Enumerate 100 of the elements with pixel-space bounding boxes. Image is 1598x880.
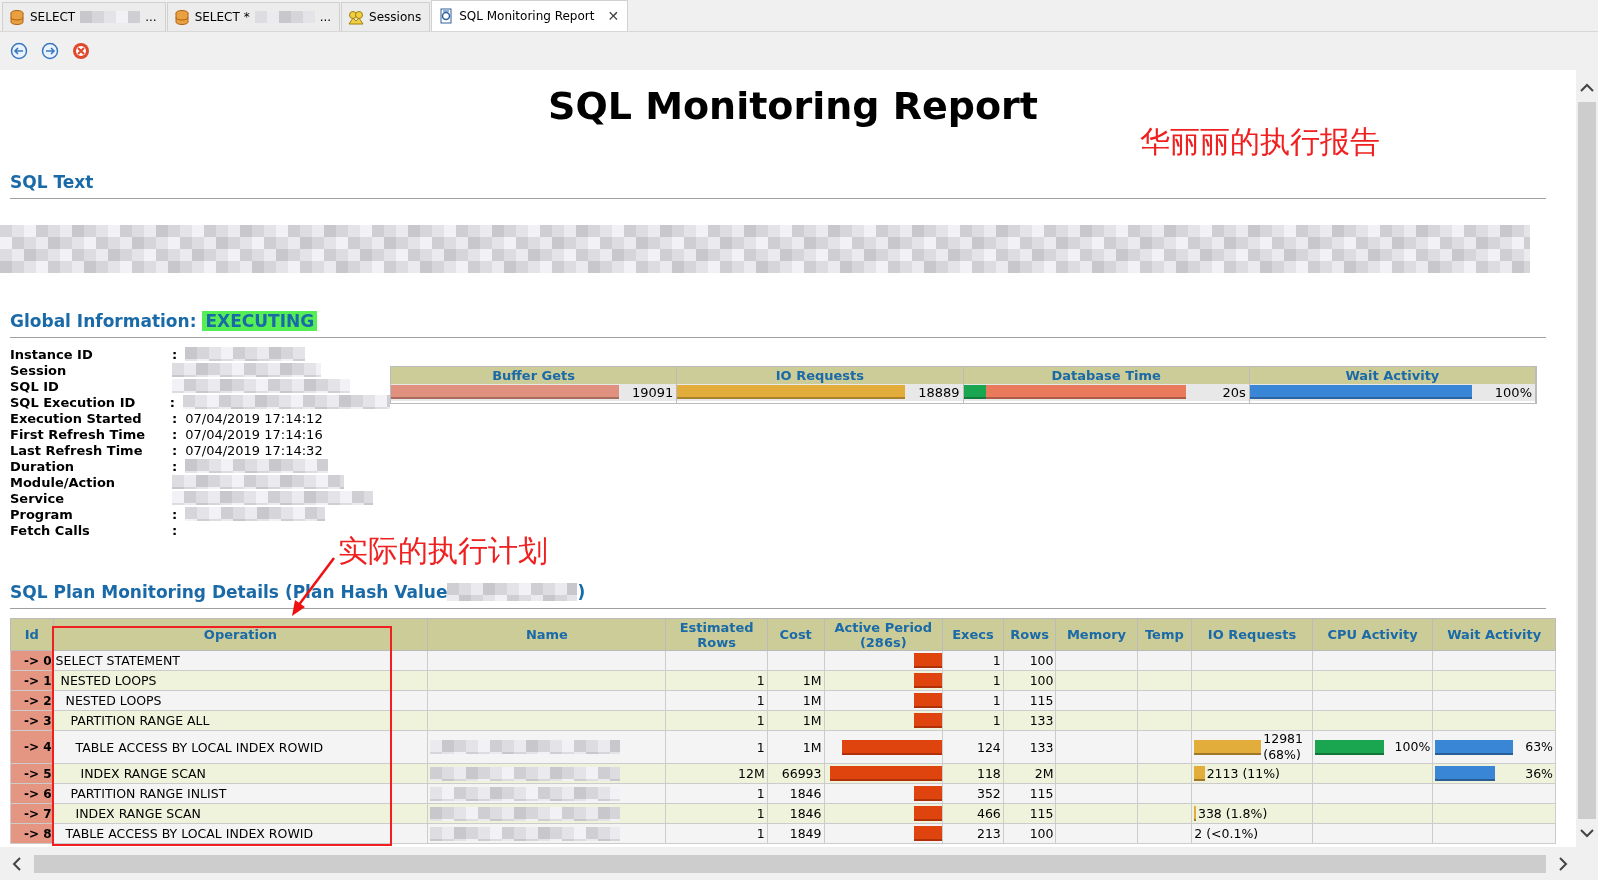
field-value: 07/04/2019 17:14:32: [185, 442, 323, 458]
table-cell: 115: [1029, 786, 1054, 801]
table-cell: 1M: [802, 693, 822, 708]
field-label: Service: [10, 490, 66, 506]
column-header: Cost: [767, 618, 824, 651]
scroll-right-icon[interactable]: [1558, 855, 1568, 872]
field-value: 07/04/2019 17:14:16: [185, 426, 323, 442]
table-cell: 115: [1029, 806, 1054, 821]
tab[interactable]: SELECT ...: [2, 2, 166, 31]
table-cell: 1: [992, 673, 1001, 688]
table-cell: 100: [1029, 826, 1054, 841]
table-cell: 338 (1.8%): [1197, 805, 1268, 822]
annotation-text: 华丽丽的执行报告: [1140, 123, 1380, 161]
tab[interactable]: Sessions: [341, 2, 431, 31]
report-title: SQL Monitoring Report: [547, 84, 1039, 130]
field-label: First Refresh Time: [10, 426, 147, 442]
table-cell: 1M: [802, 713, 822, 728]
document-icon: [438, 8, 455, 24]
metric-value: 18889: [918, 384, 960, 401]
table-cell: 100: [1029, 653, 1054, 668]
column-header: Operation: [53, 618, 428, 651]
table-cell: 466: [976, 806, 1001, 821]
field-label: Session: [10, 362, 68, 378]
field-separator: :: [172, 426, 178, 442]
field-separator: :: [172, 458, 178, 474]
tab[interactable]: SELECT * ...: [166, 2, 341, 31]
field-separator: :: [172, 442, 178, 458]
table-cell: 1846: [789, 806, 822, 821]
field-separator: :: [172, 506, 178, 522]
section-heading: SQL Text: [10, 172, 95, 192]
table-cell: 352: [976, 786, 1001, 801]
scroll-left-icon[interactable]: [12, 855, 22, 872]
field-label: Module/Action: [10, 474, 117, 490]
table-cell: 36%: [1525, 765, 1553, 782]
table-cell-text: INDEX RANGE SCAN: [74, 806, 201, 821]
column-header: Active Period (286s): [824, 618, 943, 651]
section-heading: ): [577, 582, 586, 602]
table-cell: 100: [1029, 673, 1054, 688]
table-cell: 213: [976, 826, 1001, 841]
table-cell: 1: [756, 806, 765, 821]
column-header: Id: [10, 618, 54, 651]
table-cell: 118: [976, 766, 1001, 781]
table-cell: 63%: [1525, 739, 1553, 755]
table-cell: 1: [756, 826, 765, 841]
forward-button[interactable]: [41, 42, 59, 60]
table-cell-text: PARTITION RANGE INLIST: [69, 786, 227, 801]
table-cell-text: NESTED LOOPS: [59, 673, 157, 688]
column-header: IO Requests: [677, 367, 963, 384]
table-cell: 2M: [1034, 766, 1054, 781]
field-label: Last Refresh Time: [10, 442, 144, 458]
database-icon: [173, 9, 190, 25]
table-cell: 1: [756, 693, 765, 708]
scroll-up-icon[interactable]: [1579, 82, 1595, 92]
column-header: Database Time: [963, 367, 1249, 384]
table-cell: 1: [756, 713, 765, 728]
scroll-down-icon[interactable]: [1579, 829, 1595, 839]
scrollbar-thumb[interactable]: [1578, 102, 1596, 819]
table-cell: 1: [756, 739, 765, 755]
tab[interactable]: SQL Monitoring Report ✕: [431, 0, 629, 31]
metric-value: 20s: [1222, 384, 1246, 401]
column-header: Buffer Gets: [391, 367, 677, 384]
status-badge: EXECUTING: [202, 311, 318, 331]
table-cell-text: INDEX RANGE SCAN: [79, 766, 206, 781]
table-cell: 1: [756, 786, 765, 801]
table-cell: SELECT STATEMENT: [55, 653, 180, 668]
field-separator: :: [172, 522, 178, 538]
stop-button[interactable]: [72, 42, 90, 60]
field-label: Execution Started: [10, 410, 143, 426]
table-cell-text: TABLE ACCESS BY LOCAL INDEX ROWID: [64, 826, 314, 841]
table-cell: 1: [992, 713, 1001, 728]
close-button[interactable]: ✕: [607, 8, 620, 24]
column-header: Wait Activity: [1249, 367, 1535, 384]
table-cell: 2 (<0.1%): [1194, 825, 1259, 842]
table-cell: 1: [756, 673, 765, 688]
field-separator: :: [172, 410, 178, 426]
column-header: Temp: [1137, 618, 1192, 651]
table-cell: 100%: [1394, 739, 1431, 755]
column-header: Memory: [1056, 618, 1138, 651]
table-cell-text: 12981 (68%): [1263, 731, 1304, 763]
section-heading: Global Information:: [10, 311, 197, 331]
field-value: 07/04/2019 17:14:12: [185, 410, 323, 426]
column-header: Estimated Rows: [665, 618, 768, 651]
table-cell-text: TABLE ACCESS BY LOCAL INDEX ROWID: [74, 739, 324, 755]
column-header: Execs: [942, 618, 1004, 651]
annotation-text: 实际的执行计划: [338, 536, 548, 566]
table-cell-text: PARTITION RANGE ALL: [69, 713, 210, 728]
database-icon: [9, 9, 25, 25]
table-cell: 115: [1029, 693, 1054, 708]
table-cell-text: NESTED LOOPS: [64, 693, 162, 708]
table-cell: 1849: [789, 826, 822, 841]
table-cell: 1: [992, 693, 1001, 708]
field-label: Instance ID: [10, 346, 94, 362]
column-header: Name: [427, 618, 666, 651]
field-label: SQL Execution ID: [10, 394, 137, 410]
field-separator: :: [172, 346, 178, 362]
table-cell: 124: [976, 739, 1001, 755]
back-button[interactable]: [10, 42, 28, 60]
column-header: Wait Activity: [1432, 618, 1556, 651]
scrollbar-thumb[interactable]: [34, 854, 1546, 873]
field-label: Program: [10, 506, 74, 522]
